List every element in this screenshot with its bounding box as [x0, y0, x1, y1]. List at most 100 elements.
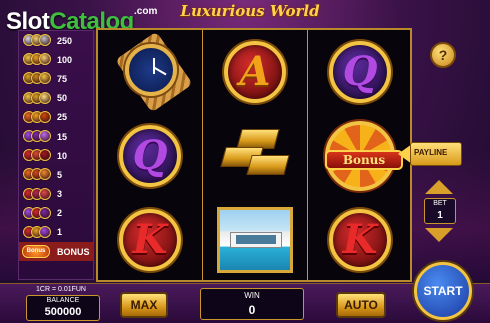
- gold-bar: [246, 155, 290, 175]
- coin-a: A: [224, 41, 286, 103]
- balance-value: 500000: [44, 306, 82, 318]
- symbol-coin-icon: [39, 34, 51, 46]
- symbol-villa: [213, 200, 297, 280]
- paytable-value: 10: [57, 150, 68, 161]
- paytable-symbols: [23, 53, 51, 66]
- villa-window: [236, 235, 276, 244]
- symbol-coin-icon: [39, 168, 51, 181]
- credit-rate: 1CR = 0.01FUN: [36, 286, 86, 293]
- symbol-q: Q: [108, 116, 192, 196]
- letter-q: Q: [342, 48, 378, 95]
- symbol-coin-icon: [39, 206, 51, 219]
- auto-spin-button[interactable]: AUTO: [336, 292, 386, 318]
- symbol-coin-icon: [39, 110, 51, 123]
- symbol-q: Q: [318, 32, 402, 112]
- coin-q: Q: [119, 125, 181, 187]
- bet-label: BET: [433, 200, 447, 207]
- symbol-k: K: [108, 200, 192, 280]
- bet-increase-button[interactable]: [425, 180, 453, 194]
- symbol-a: A: [213, 32, 297, 112]
- paytable-symbols: [23, 225, 51, 238]
- symbol-coin-icon: [39, 53, 51, 66]
- paytable-symbols: [23, 34, 51, 46]
- paytable-row: 75: [19, 69, 93, 88]
- payline-label: PAYLINE: [414, 148, 448, 157]
- symbol-watch: [108, 31, 193, 113]
- paytable-row: 5: [19, 165, 93, 184]
- start-button[interactable]: START: [414, 262, 472, 320]
- paytable: 250 100 75 50 25 15 10 5 3 2 1 Bonus BONUS: [18, 30, 94, 280]
- watch-face: [125, 44, 177, 96]
- letter-q: Q: [132, 132, 168, 179]
- symbol-gold-bars: [213, 116, 297, 196]
- symbol-k: K: [318, 200, 402, 280]
- reel-3: Q Bonus K: [308, 30, 412, 280]
- paytable-row: 15: [19, 127, 93, 146]
- coin-k: K: [119, 209, 181, 271]
- paytable-symbols: [23, 129, 51, 142]
- paytable-symbols: [23, 187, 51, 200]
- letter-k: K: [342, 216, 378, 263]
- paytable-value: 15: [57, 131, 68, 142]
- symbol-coin-icon: [39, 225, 51, 238]
- symbol-coin-icon: [39, 149, 51, 162]
- reel-2: A: [203, 30, 307, 280]
- paytable-row: 25: [19, 108, 93, 127]
- paytable-symbols: [23, 168, 51, 181]
- paytable-value: 50: [57, 93, 68, 104]
- paytable-value: 250: [57, 35, 73, 46]
- help-button[interactable]: ?: [430, 42, 456, 68]
- watch-icon: [111, 31, 193, 113]
- paytable-bonus-label: BONUS: [57, 246, 90, 257]
- coin-k: K: [329, 209, 391, 271]
- balance-label: BALANCE: [46, 297, 80, 304]
- symbol-coin-icon: [39, 129, 51, 142]
- letter-a: A: [239, 48, 271, 95]
- paytable-symbols: [23, 110, 51, 123]
- paytable-row: 250: [19, 31, 93, 50]
- paytable-symbols: [23, 91, 51, 104]
- paytable-value: 1: [57, 227, 63, 238]
- coin-q: Q: [329, 41, 391, 103]
- paytable-row: 3: [19, 185, 93, 204]
- symbol-coin-icon: [39, 91, 51, 104]
- bet-value: 1: [437, 210, 443, 221]
- paytable-value: 5: [57, 169, 63, 180]
- bet-decrease-button[interactable]: [425, 228, 453, 242]
- paytable-symbols: [23, 149, 51, 162]
- reels: Q K A Q Bonus K: [96, 28, 412, 282]
- paytable-row: 50: [19, 89, 93, 108]
- paytable-symbols: [23, 206, 51, 219]
- win-display: WIN 0: [200, 288, 304, 320]
- paytable-row: 100: [19, 50, 93, 69]
- paytable-row: 10: [19, 146, 93, 165]
- game-title: Luxurious World: [180, 2, 320, 20]
- payline-button[interactable]: PAYLINE: [398, 138, 462, 170]
- paytable-row: 2: [19, 204, 93, 223]
- paytable-value: 100: [57, 54, 73, 65]
- bonus-label: Bonus: [325, 150, 403, 170]
- paytable-value: 75: [57, 73, 68, 84]
- villa-icon: [217, 207, 293, 273]
- symbol-bonus: Bonus: [318, 116, 403, 196]
- symbol-coin-icon: [39, 72, 51, 85]
- paytable-value: 3: [57, 189, 63, 200]
- reel-1: Q K: [98, 30, 202, 280]
- win-value: 0: [248, 303, 256, 317]
- bonus-wheel-icon: Bonus: [325, 121, 403, 191]
- max-bet-button[interactable]: MAX: [120, 292, 168, 318]
- paytable-bonus-row: Bonus BONUS: [19, 242, 93, 262]
- paytable-value: 25: [57, 112, 68, 123]
- win-label: WIN: [244, 291, 260, 300]
- bonus-icon: Bonus: [22, 245, 50, 259]
- balance-display: BALANCE 500000: [26, 295, 100, 321]
- gold-bars-icon: [215, 123, 295, 189]
- paytable-row: 1: [19, 223, 93, 242]
- gold-bar: [236, 129, 280, 149]
- watch-hand: [153, 66, 167, 76]
- symbol-coin-icon: [39, 187, 51, 200]
- paytable-symbols: [23, 72, 51, 85]
- bet-display: BET 1: [424, 198, 456, 224]
- paytable-value: 2: [57, 208, 63, 219]
- letter-k: K: [132, 216, 168, 263]
